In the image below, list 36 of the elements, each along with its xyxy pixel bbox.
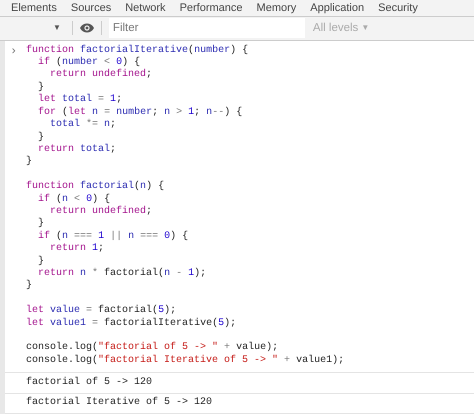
code-line: let value = factorial(5); bbox=[26, 305, 176, 318]
code-line: let total = 1; bbox=[37, 94, 122, 106]
code-line: total *= n; bbox=[49, 119, 116, 132]
code-line: } bbox=[37, 82, 44, 94]
code-line: } bbox=[37, 256, 44, 268]
code-line: } bbox=[26, 156, 32, 169]
log-message: factorial of 5 -> 120 bbox=[26, 376, 152, 388]
code-line: if (n === 1 || n === 0) { bbox=[37, 230, 188, 243]
code-line: if (number < 0) { bbox=[37, 57, 140, 68]
tab[interactable]: Performance bbox=[172, 0, 250, 16]
code-line: function factorialIterative(number) { bbox=[26, 44, 248, 56]
prompt-icon: › bbox=[10, 44, 18, 58]
log-message: factorial Iterative of 5 -> 120 bbox=[26, 397, 212, 408]
tab[interactable]: Application bbox=[303, 0, 372, 16]
code-line: function factorial(n) { bbox=[26, 181, 164, 194]
eye-icon[interactable] bbox=[80, 23, 94, 34]
filter-field[interactable]: Filter bbox=[108, 18, 305, 38]
code-line: return n * factorial(n - 1); bbox=[37, 268, 206, 280]
code-line: console.log("factorial Iterative of 5 -> " + value1); bbox=[26, 354, 344, 368]
code-line: return 1; bbox=[49, 243, 104, 256]
code-line: return undefined; bbox=[49, 69, 152, 82]
tab[interactable]: Security bbox=[371, 0, 425, 16]
code-line: } bbox=[26, 280, 32, 293]
tab[interactable]: Sources bbox=[64, 0, 118, 16]
code-line: } bbox=[37, 218, 44, 230]
code-line: } bbox=[37, 132, 44, 144]
tab[interactable]: Memory bbox=[250, 0, 304, 16]
code-line: return total; bbox=[37, 144, 116, 156]
tab[interactable]: Elements bbox=[4, 0, 64, 16]
context-dropdown[interactable]: ▼ bbox=[49, 22, 65, 34]
code-line: if (n < 0) { bbox=[37, 194, 110, 206]
code-line: for (let n = number; n > 1; n--) { bbox=[37, 106, 242, 118]
code-line: let value1 = factorialIterative(5); bbox=[26, 318, 236, 330]
tab[interactable]: Network bbox=[118, 0, 173, 16]
code-line: console.log("factorial of 5 -> " + value); bbox=[26, 342, 278, 354]
code-line: return undefined; bbox=[49, 206, 152, 218]
